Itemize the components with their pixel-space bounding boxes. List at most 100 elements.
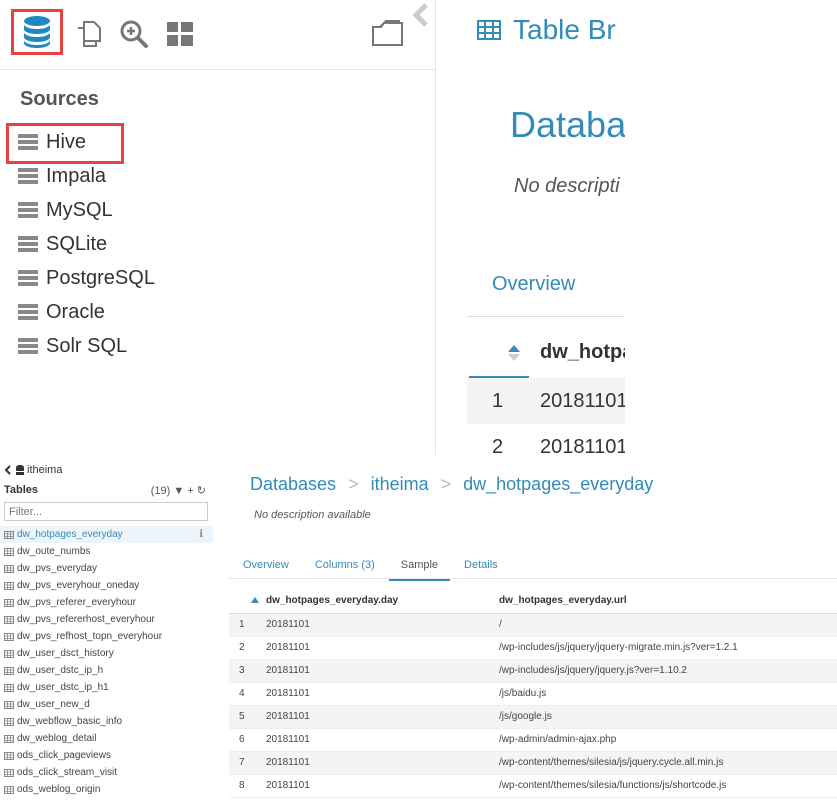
database-icon bbox=[16, 465, 24, 475]
source-item-hive[interactable]: Hive bbox=[18, 125, 155, 159]
source-item-sqlite[interactable]: SQLite bbox=[18, 227, 155, 261]
row-number: 4 bbox=[229, 682, 266, 706]
table-list-item[interactable]: ods_click_pageviews bbox=[0, 747, 213, 764]
table-name: dw_oute_numbs bbox=[17, 546, 91, 557]
filter-icon[interactable]: ▼ bbox=[173, 485, 184, 497]
table-list-item[interactable]: dw_oute_numbs bbox=[0, 543, 213, 560]
table-list-item[interactable]: dw_user_dstc_ip_h1 bbox=[0, 679, 213, 696]
table-icon bbox=[4, 598, 14, 607]
table-name: dw_hotpages_everyday bbox=[17, 529, 123, 540]
cell-day: 20181101 bbox=[266, 728, 499, 752]
cell-url: / bbox=[499, 613, 837, 637]
documents-button[interactable] bbox=[67, 12, 111, 56]
source-label: MySQL bbox=[46, 198, 113, 221]
table-list-item[interactable]: dw_pvs_everyday bbox=[0, 560, 213, 577]
files-button[interactable] bbox=[366, 12, 410, 56]
chevron-left-icon[interactable] bbox=[4, 465, 12, 475]
source-label: SQLite bbox=[46, 232, 108, 255]
cell-url: /wp-includes/js/jquery/jquery.js?ver=1.1… bbox=[499, 659, 837, 683]
table-icon bbox=[4, 700, 14, 709]
row-number: 1 bbox=[492, 390, 504, 412]
table-icon bbox=[4, 530, 14, 539]
source-label: Oracle bbox=[46, 300, 105, 323]
table-list-item[interactable]: dw_user_dstc_ip_h bbox=[0, 662, 213, 679]
cell-day: 20181101 bbox=[266, 613, 499, 637]
server-icon bbox=[18, 270, 38, 286]
sources-title: Sources bbox=[20, 88, 99, 110]
table-list-item[interactable]: dw_user_dsct_history bbox=[0, 645, 213, 662]
table-icon bbox=[4, 666, 14, 675]
column-header-url[interactable]: dw_hotpages_everyday.url bbox=[499, 589, 837, 614]
table-icon bbox=[4, 768, 14, 777]
refresh-icon[interactable]: ↻ bbox=[197, 485, 206, 497]
add-icon[interactable]: + bbox=[187, 485, 193, 497]
database-breadcrumb[interactable]: itheima bbox=[4, 464, 62, 476]
grid-icon bbox=[167, 22, 193, 46]
table-icon bbox=[4, 785, 14, 794]
cell-url: /wp-content/themes/silesia/functions/js/… bbox=[499, 774, 837, 798]
source-item-mysql[interactable]: MySQL bbox=[18, 193, 155, 227]
tables-label: Tables bbox=[4, 484, 39, 496]
info-icon[interactable]: ℹ bbox=[199, 529, 203, 540]
table-name: ods_weblog_origin bbox=[17, 784, 101, 795]
table-icon bbox=[4, 751, 14, 760]
sql-sources-button[interactable] bbox=[11, 9, 63, 55]
table-name: dw_pvs_refhost_topn_everyhour bbox=[17, 631, 163, 642]
chevron-left-icon[interactable] bbox=[410, 2, 432, 28]
table-header-row: dw_hotpages_everyday.day dw_hotpages_eve… bbox=[229, 589, 837, 614]
row-number: 7 bbox=[229, 751, 266, 775]
table-icon bbox=[4, 632, 14, 641]
source-label: PostgreSQL bbox=[46, 266, 155, 289]
source-label: Impala bbox=[46, 164, 107, 187]
title-text: Table Br bbox=[513, 14, 616, 45]
description-text: No description available bbox=[254, 509, 371, 521]
table-icon bbox=[4, 717, 14, 726]
cell-day: 20181101 bbox=[266, 682, 499, 706]
source-item-postgresql[interactable]: PostgreSQL bbox=[18, 261, 155, 295]
table-list-item[interactable]: ods_weblog_origin bbox=[0, 781, 213, 798]
breadcrumb-databases[interactable]: Databases bbox=[250, 474, 336, 494]
source-item-solr-sql[interactable]: Solr SQL bbox=[18, 329, 155, 363]
table-name: dw_pvs_everyday bbox=[17, 563, 98, 574]
column-header[interactable]: dw_hotpa bbox=[540, 341, 625, 364]
sample-table: dw_hotpages_everyday.day dw_hotpages_eve… bbox=[229, 589, 837, 798]
column-header-day[interactable]: dw_hotpages_everyday.day bbox=[266, 589, 499, 614]
assist-panel: Sources Hive Impala MySQL SQLite Postgre… bbox=[0, 0, 436, 455]
table-list-item[interactable]: dw_user_new_d bbox=[0, 696, 213, 713]
database-icon bbox=[24, 16, 50, 48]
table-row: 5 20181101/js/google.js bbox=[229, 705, 837, 729]
tab-overview[interactable]: Overview bbox=[492, 273, 575, 296]
filter-input[interactable] bbox=[4, 502, 208, 521]
table-name: dw_weblog_detail bbox=[17, 733, 97, 744]
table-name: dw_pvs_everyhour_oneday bbox=[17, 580, 140, 591]
table-list-item[interactable]: dw_webflow_basic_info bbox=[0, 713, 213, 730]
sort-ascending-icon bbox=[251, 597, 259, 604]
table-list-item[interactable]: dw_hotpages_everyday ℹ bbox=[0, 526, 213, 543]
sort-header[interactable] bbox=[229, 589, 266, 614]
table-name: ods_click_pageviews bbox=[17, 750, 111, 761]
server-icon bbox=[18, 236, 38, 252]
source-item-oracle[interactable]: Oracle bbox=[18, 295, 155, 329]
breadcrumb-table[interactable]: dw_hotpages_everyday bbox=[463, 474, 653, 494]
cell-value: 20181101 bbox=[540, 390, 625, 412]
table-list-item[interactable]: dw_pvs_refhost_topn_everyhour bbox=[0, 628, 213, 645]
table-list-item[interactable]: dw_pvs_everyhour_oneday bbox=[0, 577, 213, 594]
dashboards-button[interactable] bbox=[158, 12, 202, 56]
table-list-item[interactable]: dw_pvs_referer_everyhour bbox=[0, 594, 213, 611]
server-icon bbox=[18, 338, 38, 354]
table-browser-preview: Table Br Databa No descripti Overview dw… bbox=[437, 0, 625, 455]
database-name: itheima bbox=[27, 464, 63, 476]
breadcrumb-separator: > bbox=[348, 474, 359, 494]
table-icon bbox=[4, 683, 14, 692]
table-list-item[interactable]: dw_pvs_refererhost_everyhour bbox=[0, 611, 213, 628]
table-list-item[interactable]: ods_click_stream_visit bbox=[0, 764, 213, 781]
full-screenshot: itheima Tables (19) ▼ + ↻ dw_hotpages_ev… bbox=[0, 458, 837, 808]
search-button[interactable] bbox=[112, 12, 156, 56]
cell-day: 20181101 bbox=[266, 774, 499, 798]
cell-url: /js/google.js bbox=[499, 705, 837, 729]
source-item-impala[interactable]: Impala bbox=[18, 159, 155, 193]
breadcrumb-database[interactable]: itheima bbox=[371, 474, 429, 494]
table-list-item[interactable]: dw_weblog_detail bbox=[0, 730, 213, 747]
server-icon bbox=[18, 134, 38, 150]
sort-icon[interactable] bbox=[506, 343, 522, 363]
